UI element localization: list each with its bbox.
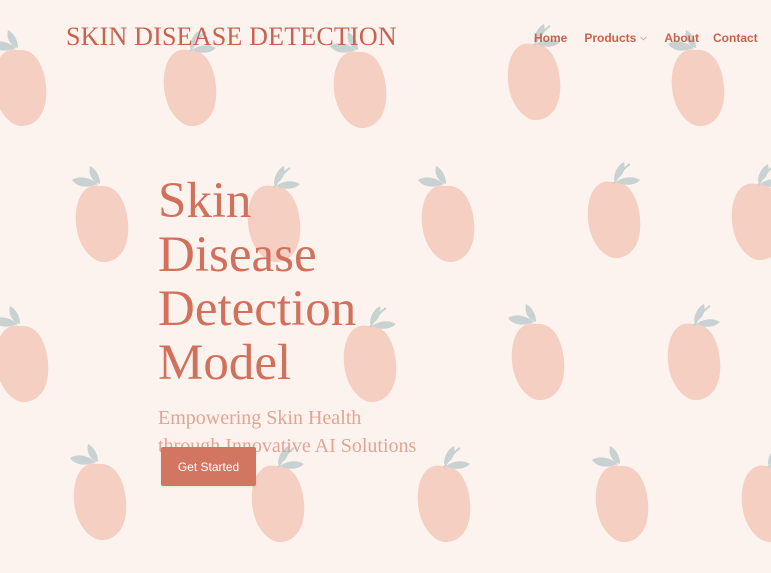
hero-section: Skin Disease Detection Model Empowering … xyxy=(158,174,458,460)
get-started-button[interactable]: Get Started xyxy=(161,447,256,486)
peach-icon xyxy=(72,166,129,263)
peach-icon xyxy=(592,446,649,543)
peach-icon xyxy=(666,303,722,402)
brand-logo-text[interactable]: SKIN DISEASE DETECTION xyxy=(66,22,397,52)
peach-icon xyxy=(586,161,642,260)
site-header: SKIN DISEASE DETECTION Home Products Abo… xyxy=(0,0,771,80)
nav-products-label: Products xyxy=(584,31,637,45)
nav-contact-link[interactable]: Contact xyxy=(713,31,758,45)
peach-icon xyxy=(250,445,306,544)
main-nav: Home Products About Contact xyxy=(534,31,758,45)
peach-icon xyxy=(0,306,49,403)
chevron-down-icon xyxy=(640,35,648,41)
nav-products-dropdown[interactable]: Products xyxy=(584,31,648,45)
hero-title: Skin Disease Detection Model xyxy=(158,173,357,391)
peach-icon xyxy=(508,304,565,401)
nav-about-link[interactable]: About xyxy=(664,31,699,45)
peach-icon xyxy=(416,445,472,544)
peach-icon xyxy=(730,163,771,262)
page: SKIN DISEASE DETECTION Home Products Abo… xyxy=(0,0,771,573)
nav-home-link[interactable]: Home xyxy=(534,31,567,45)
peach-icon xyxy=(70,444,127,541)
peach-icon xyxy=(740,445,771,544)
